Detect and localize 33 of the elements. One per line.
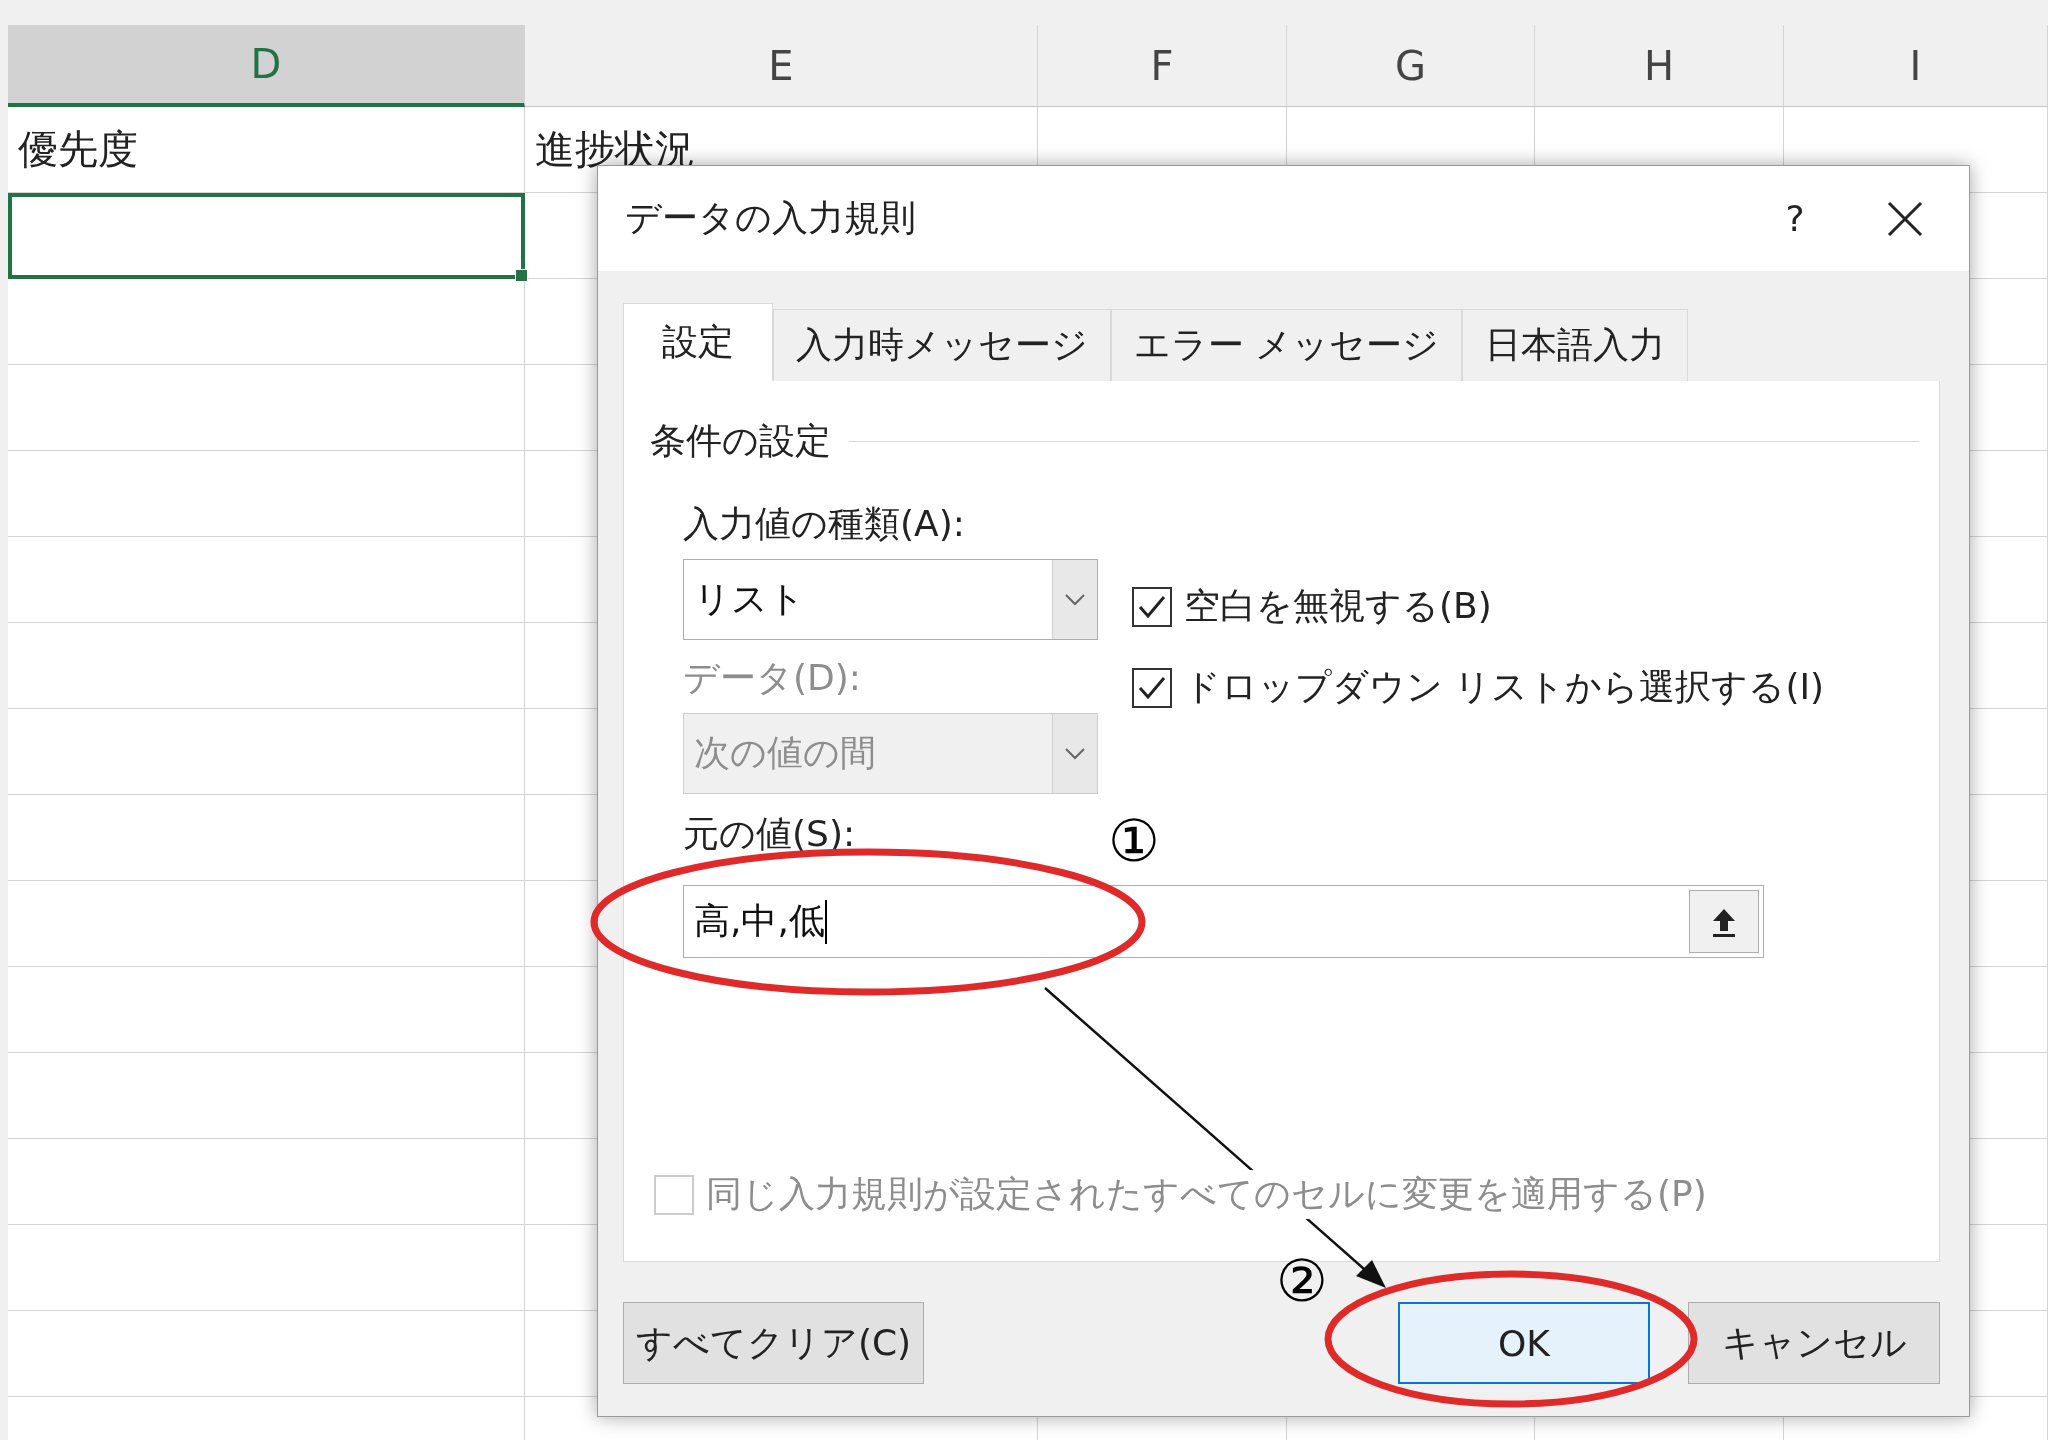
checkbox[interactable]	[1132, 586, 1172, 627]
tab[interactable]: 日本語入力	[1462, 309, 1689, 381]
upload-icon[interactable]	[1689, 890, 1759, 953]
field-label: データ(D):	[683, 656, 861, 700]
checkbox-label: ドロップダウン リストから選択する(I)	[1184, 665, 1825, 709]
tab[interactable]: 入力時メッセージ	[773, 309, 1111, 381]
dialog-button[interactable]: OK	[1398, 1302, 1650, 1384]
dropdown[interactable]: リスト	[683, 559, 1098, 640]
checkbox-label: 空白を無視する(B)	[1184, 584, 1492, 628]
section-title: 条件の設定	[650, 419, 831, 463]
column-header[interactable]: D	[8, 25, 525, 107]
step-number: ①	[1108, 812, 1160, 870]
column-header[interactable]: H	[1535, 25, 1784, 107]
field-label: 入力値の種類(A):	[683, 502, 965, 546]
dialog-button[interactable]: すべてクリア(C)	[623, 1302, 924, 1384]
column-header[interactable]: E	[525, 25, 1038, 107]
step-number: ②	[1276, 1252, 1328, 1310]
dialog-button[interactable]: キャンセル	[1688, 1302, 1940, 1384]
chevron-down-icon	[1064, 592, 1086, 607]
fill-handle[interactable]	[515, 269, 528, 282]
tab[interactable]: エラー メッセージ	[1111, 309, 1463, 381]
field-label: 元の値(S):	[683, 812, 856, 856]
column-header[interactable]: G	[1287, 25, 1535, 107]
help-button[interactable]: ?	[1765, 198, 1825, 239]
chevron-down-icon	[1064, 746, 1086, 761]
dialog-title: データの入力規則	[625, 196, 917, 240]
column-header[interactable]: F	[1038, 25, 1287, 107]
input-field[interactable]: 高,中,低	[683, 885, 1764, 958]
column-header[interactable]: I	[1784, 25, 2048, 107]
checkbox-label: 同じ入力規則が設定されたすべてのセルに変更を適用する(P)	[706, 1170, 1707, 1219]
tab[interactable]: 設定	[623, 303, 773, 381]
table-cell: 優先度	[8, 107, 525, 193]
checkbox[interactable]	[1132, 667, 1172, 708]
